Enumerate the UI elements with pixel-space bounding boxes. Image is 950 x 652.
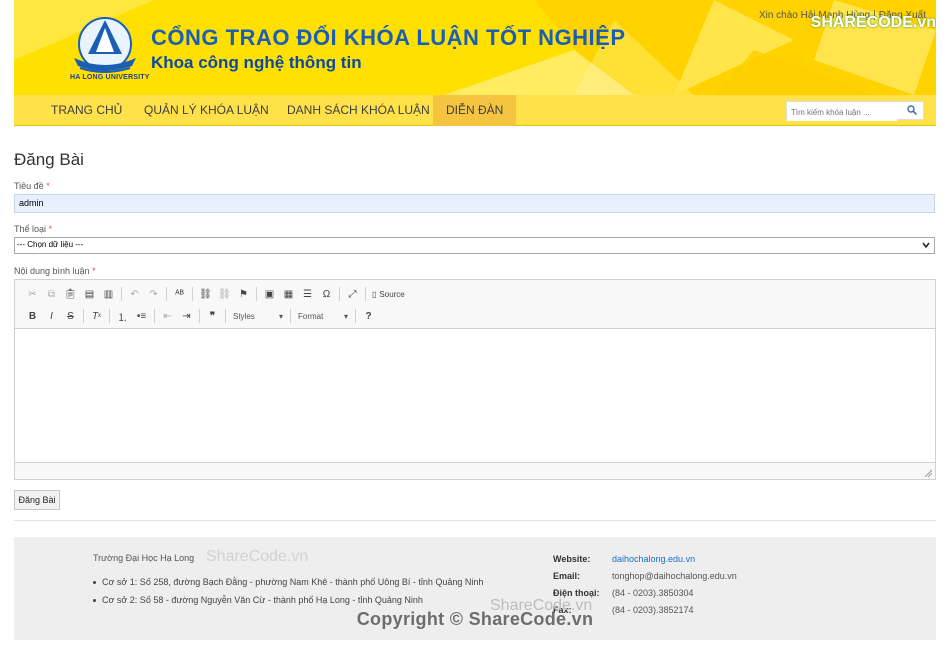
footer-campus-list: Cơ sở 1: Số 258, đường Bạch Đằng - phườn… (93, 577, 483, 613)
paste-icon[interactable]: 📋︎ (61, 285, 80, 303)
copyright-watermark: Copyright © ShareCode.vn (356, 609, 594, 629)
table-icon[interactable]: ▦ (279, 285, 298, 303)
page-title: Đăng Bài (14, 150, 84, 169)
horizontal-line-icon[interactable]: ☰ (298, 285, 317, 303)
paste-text-icon[interactable]: ▤ (80, 285, 99, 303)
spellcheck-icon[interactable]: ᴬᴮ (170, 285, 189, 303)
footer-school-name: Trường Đại Học Hạ Long (93, 553, 195, 563)
title-input[interactable]: admin (14, 194, 935, 213)
dropdown-arrow-icon: ▾ (343, 311, 348, 321)
email-value: tonghop@daihochalong.edu.vn (612, 571, 737, 581)
source-icon: ▯ (372, 289, 377, 299)
redo-icon[interactable]: ↷ (144, 285, 163, 303)
nav-item-dien-dan[interactable]: DIỄN ĐÀN (433, 95, 517, 126)
remove-format-icon[interactable]: Tx (87, 307, 106, 325)
source-button[interactable]: ▯ Source (369, 290, 408, 299)
cut-icon[interactable]: ✂ (23, 285, 42, 303)
nav-item-quan-ly-khoa-luan[interactable]: QUẢN LÝ KHÓA LUẬN (131, 95, 282, 126)
chevron-down-icon (922, 242, 930, 249)
category-selected-value: --- Chọn dữ liệu --- (17, 240, 84, 249)
special-char-icon[interactable]: Ω (317, 285, 336, 303)
search-input[interactable] (787, 104, 897, 121)
paste-word-icon[interactable]: ▥ (99, 285, 118, 303)
site-title: CỔNG TRAO ĐỔI KHÓA LUẬN TỐT NGHIỆP (151, 25, 626, 50)
website-label: Website: (553, 554, 591, 564)
nav-item-danh-sach-khoa-luan[interactable]: DANH SÁCH KHÓA LUẬN (274, 95, 443, 126)
search-box (786, 101, 924, 121)
strikethrough-icon[interactable]: S (61, 307, 80, 325)
logo-caption: HA LONG UNIVERSITY (70, 74, 150, 81)
undo-icon[interactable]: ↶ (125, 285, 144, 303)
nav-item-trang-chu[interactable]: TRANG CHỦ (38, 95, 135, 126)
site-subtitle: Khoa công nghệ thông tin (151, 53, 362, 72)
numbered-list-icon[interactable]: ⒈ (113, 307, 132, 325)
resize-grip-icon[interactable] (924, 469, 932, 477)
bold-icon[interactable]: B (23, 307, 42, 325)
main-nav: TRANG CHỦ QUẢN LÝ KHÓA LUẬN DANH SÁCH KH… (14, 95, 936, 126)
indent-icon[interactable]: ⇥ (177, 307, 196, 325)
phone-value: (84 - 0203).3850304 (612, 588, 694, 598)
submit-post-button[interactable]: Đăng Bài (14, 490, 60, 510)
greeting-prefix: Xin chào (758, 10, 798, 21)
copy-icon[interactable]: ⧉ (42, 285, 61, 303)
site-header: HA LONG UNIVERSITY CỔNG TRAO ĐỔI KHÓA LU… (14, 0, 936, 95)
category-select[interactable]: --- Chọn dữ liệu --- (14, 237, 935, 254)
watermark-brand-left: ShareCode.vn (206, 548, 309, 565)
search-icon[interactable] (907, 105, 917, 115)
link-icon[interactable]: ⛓ (196, 285, 215, 303)
anchor-flag-icon[interactable]: ⚑ (234, 285, 253, 303)
website-link[interactable]: daihochalong.edu.vn (612, 554, 695, 571)
editor-toolbar: ✂ ⧉ 📋︎ ▤ ▥ ↶ ↷ ᴬᴮ ⛓ ⛓ ⚑ ▣ ▦ ☰ Ω ⤢ ▯ Sourc… (15, 280, 935, 329)
outdent-icon[interactable]: ⇤ (158, 307, 177, 325)
styles-dropdown[interactable]: Styles ▾ (229, 308, 287, 324)
sharecode-watermark: SHARECODE.vn (810, 14, 936, 31)
content-label: Nội dung bình luận * (14, 266, 96, 276)
italic-icon[interactable]: I (42, 307, 61, 325)
category-label: Thể loại * (14, 224, 53, 234)
dropdown-arrow-icon: ▾ (278, 311, 283, 321)
title-label: Tiêu đề * (14, 181, 50, 191)
maximize-icon[interactable]: ⤢ (343, 285, 362, 303)
divider (14, 520, 936, 521)
unlink-icon[interactable]: ⛓ (215, 285, 234, 303)
image-icon[interactable]: ▣ (260, 285, 279, 303)
editor-content-area[interactable] (15, 329, 935, 462)
rich-text-editor: ✂ ⧉ 📋︎ ▤ ▥ ↶ ↷ ᴬᴮ ⛓ ⛓ ⚑ ▣ ▦ ☰ Ω ⤢ ▯ Sourc… (14, 279, 936, 480)
editor-status-bar (15, 462, 935, 479)
email-label: Email: (553, 571, 581, 581)
blockquote-icon[interactable]: ❞ (203, 307, 222, 325)
format-dropdown[interactable]: Format ▾ (294, 308, 352, 324)
list-item: Cơ sở 2: Số 58 - đường Nguyễn Văn Cừ - t… (93, 595, 483, 605)
bulleted-list-icon[interactable]: •≡ (132, 307, 151, 325)
list-item: Cơ sở 1: Số 258, đường Bạch Đằng - phườn… (93, 577, 483, 587)
help-icon[interactable]: ? (359, 307, 378, 325)
